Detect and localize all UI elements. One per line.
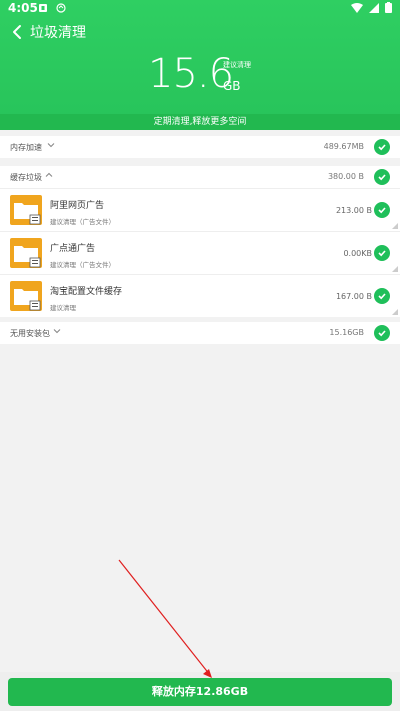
sync-icon: [56, 3, 66, 13]
back-arrow-icon[interactable]: [8, 22, 28, 42]
notification-icon: [39, 4, 47, 12]
item-subtitle: 建议清理（广告文件）: [50, 218, 115, 226]
item-size: 213.00 B: [335, 206, 372, 215]
folder-icon: [10, 195, 42, 225]
corner-triangle-icon: [392, 309, 398, 315]
item-name: 淘宝配置文件缓存: [50, 287, 123, 297]
cache-item-taobao-config[interactable]: 淘宝配置文件缓存 建议清理 167.00 B: [0, 275, 400, 317]
status-time: 4:05: [8, 1, 38, 15]
bottom-bar: 释放内存12.86GB: [0, 672, 400, 711]
status-left-icons: [38, 3, 66, 13]
wifi-icon: [351, 2, 363, 13]
check-icon[interactable]: [374, 169, 390, 185]
junk-size-unit: GB: [223, 79, 241, 93]
size-advice-label: 建议清理: [223, 61, 251, 69]
check-icon[interactable]: [374, 139, 390, 155]
check-icon[interactable]: [374, 288, 390, 304]
corner-triangle-icon: [392, 223, 398, 229]
category-memory-boost[interactable]: 内存加速 489.67MB: [0, 136, 400, 158]
cache-item-ali-ads[interactable]: 阿里网页广告 建议清理（广告文件） 213.00 B: [0, 189, 400, 231]
junk-size-display: 15.6 建议清理 GB: [0, 52, 400, 104]
category-value: 489.67MB: [323, 142, 364, 151]
folder-icon: [10, 238, 42, 268]
item-size: 167.00 B: [335, 292, 372, 301]
cache-item-gdt-ads[interactable]: 广点通广告 建议清理（广告文件） 0.00KB: [0, 232, 400, 274]
release-memory-button[interactable]: 释放内存12.86GB: [8, 678, 392, 706]
category-value: 380.00 B: [327, 172, 364, 181]
status-bar: 4:05: [0, 0, 400, 18]
item-name: 广点通广告: [50, 244, 96, 254]
category-label: 内存加速: [10, 143, 42, 152]
chevron-down-icon[interactable]: [52, 326, 62, 336]
status-right-icons: [351, 2, 392, 13]
item-subtitle: 建议清理（广告文件）: [50, 261, 115, 269]
category-value: 15.16GB: [329, 328, 364, 337]
corner-triangle-icon: [392, 266, 398, 272]
battery-icon: [385, 2, 392, 13]
tip-bar: 定期清理,释放更多空间: [0, 114, 400, 130]
header: 4:05 垃圾清理 15.6 建议清理 GB 定期清理,释放更多空间: [0, 0, 400, 130]
check-icon[interactable]: [374, 325, 390, 341]
check-icon[interactable]: [374, 245, 390, 261]
category-cache-junk[interactable]: 缓存垃圾 380.00 B: [0, 166, 400, 188]
item-size: 0.00KB: [343, 249, 372, 258]
category-label: 无用安装包: [10, 329, 50, 338]
item-subtitle: 建议清理: [50, 304, 76, 312]
category-label: 缓存垃圾: [10, 173, 42, 182]
item-name: 阿里网页广告: [50, 201, 105, 211]
title-bar: 垃圾清理: [0, 20, 400, 44]
folder-icon: [10, 281, 42, 311]
junk-size-value: 15.6: [148, 51, 234, 97]
chevron-up-icon[interactable]: [44, 170, 54, 180]
page-title: 垃圾清理: [30, 25, 86, 41]
check-icon[interactable]: [374, 202, 390, 218]
category-unused-apk[interactable]: 无用安装包 15.16GB: [0, 322, 400, 344]
signal-icon: [369, 2, 379, 13]
chevron-down-icon[interactable]: [46, 140, 56, 150]
